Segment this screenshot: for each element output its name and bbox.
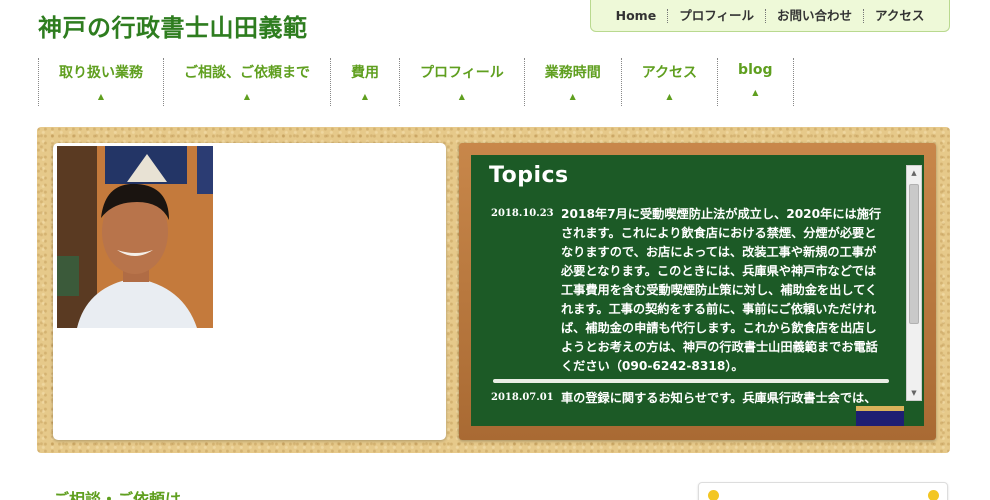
topic-line: れます。工事の契約をする前に、事前にご依頼いただけれ: [561, 302, 877, 316]
topic-date: 2018.10.23: [491, 208, 554, 219]
topic-text: 2018年7月に受動喫煙防止法が成立し、2020年には施行 されます。これにより…: [561, 205, 881, 376]
scrollbar-thumb[interactable]: [909, 184, 919, 324]
main-nav-label: ご相談、ご依頼まで: [184, 65, 310, 81]
main-nav-label: 取り扱い業務: [59, 65, 143, 81]
topic-text: 車の登録に関するお知らせです。兵庫県行政書士会では、: [561, 389, 876, 408]
topic-line: 2018年7月に受動喫煙防止法が成立し、2020年には施行: [561, 207, 882, 221]
main-nav-label: 業務時間: [544, 65, 601, 81]
main-nav-consultation[interactable]: ご相談、ご依頼まで ▲: [163, 58, 330, 106]
triangle-up-icon: ▲: [243, 92, 251, 101]
topic-line: ください（090-6242-8318）。: [561, 359, 744, 373]
pushpin-icon: [928, 490, 939, 500]
topics-scrollbar[interactable]: ▲ ▼: [906, 165, 922, 401]
top-nav-contact[interactable]: お問い合わせ: [764, 8, 863, 23]
scroll-up-arrow-icon[interactable]: ▲: [907, 166, 921, 180]
triangle-up-icon: ▲: [361, 92, 369, 101]
topic-line: なりますので、お店によっては、改装工事や新規の工事が: [561, 245, 877, 259]
main-nav-access[interactable]: アクセス ▲: [620, 58, 717, 106]
top-nav: Home プロフィール お問い合わせ アクセス: [590, 0, 950, 32]
main-nav-label: blog: [738, 62, 773, 78]
profile-photo: [57, 146, 213, 328]
main-nav: 取り扱い業務 ▲ ご相談、ご依頼まで ▲ 費用 ▲ プロフィール ▲ 業務時間 …: [38, 58, 794, 106]
triangle-up-icon: ▲: [752, 88, 759, 97]
triangle-up-icon: ▲: [458, 92, 465, 101]
main-nav-label: アクセス: [641, 65, 698, 81]
section-heading: ご相談・ご依頼は: [53, 490, 182, 500]
site-title[interactable]: 神戸の行政書士山田義範: [38, 8, 308, 43]
main-nav-fees[interactable]: 費用 ▲: [330, 58, 399, 106]
side-note-box: [698, 482, 948, 500]
topics-title: Topics: [489, 163, 569, 188]
top-nav-profile[interactable]: プロフィール: [667, 8, 765, 23]
main-nav-label: プロフィール: [420, 65, 504, 81]
scroll-down-arrow-icon[interactable]: ▼: [907, 386, 921, 400]
topic-line: されます。これにより飲食店における禁煙、分煙が必要と: [561, 226, 877, 240]
topic-item: 2018.07.01 車の登録に関するお知らせです。兵庫県行政書士会では、: [491, 389, 891, 408]
top-nav-access[interactable]: アクセス: [862, 8, 935, 23]
top-nav-home[interactable]: Home: [605, 8, 668, 23]
topics-board[interactable]: Topics 2018.10.23 2018年7月に受動喫煙防止法が成立し、20…: [471, 155, 924, 426]
chalkboard-eraser-icon: [856, 406, 904, 426]
main-nav-blog[interactable]: blog ▲: [717, 58, 794, 106]
topic-line: 必要となります。このときには、兵庫県や神戸市などでは: [561, 264, 877, 278]
topic-line: 工事費用を含む受動喫煙防止策に対し、補助金を出してく: [561, 283, 878, 297]
topic-line: ようとお考えの方は、神戸の行政書士山田義範までお電話: [561, 340, 878, 354]
topic-line: ば、補助金の申請も代行します。これから飲食店を出店し: [561, 321, 877, 335]
main-nav-hours[interactable]: 業務時間 ▲: [523, 58, 621, 106]
topic-item: 2018.10.23 2018年7月に受動喫煙防止法が成立し、2020年には施行…: [491, 205, 891, 376]
main-nav-label: 費用: [351, 65, 379, 81]
triangle-up-icon: ▲: [97, 92, 105, 101]
profile-photo-illustration: [57, 146, 213, 328]
chalk-divider: [493, 379, 889, 383]
topic-date: 2018.07.01: [491, 392, 554, 403]
main-nav-profile[interactable]: プロフィール ▲: [399, 58, 524, 106]
main-nav-services[interactable]: 取り扱い業務 ▲: [38, 58, 163, 106]
triangle-up-icon: ▲: [569, 92, 576, 101]
pushpin-icon: [708, 490, 719, 500]
topic-line: 車の登録に関するお知らせです。兵庫県行政書士会では、: [561, 391, 877, 405]
triangle-up-icon: ▲: [666, 92, 673, 101]
